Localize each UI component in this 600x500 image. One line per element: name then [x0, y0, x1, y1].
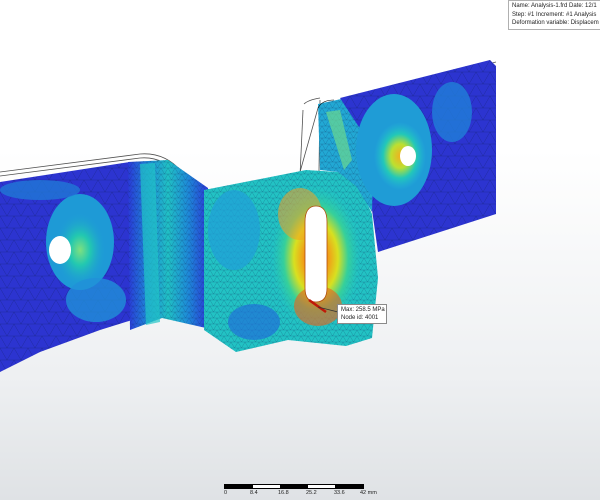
scale-tick-5: 42 mm	[360, 490, 377, 496]
left-bend	[128, 160, 208, 330]
scale-tick-1: 8.4	[250, 490, 258, 496]
right-hole	[400, 146, 416, 166]
info-line-1: Name: Analysis-1.frd Date: 12/1	[512, 3, 597, 9]
scale-bar: 0 8.4 16.8 25.2 33.6 42 mm	[224, 484, 377, 500]
scale-tick-0: 0	[224, 490, 228, 496]
max-stress-callout: Max: 258.5 MPa Node id: 4001	[337, 304, 387, 324]
info-line-2: Step: #1 Increment: #1 Analysis	[512, 11, 597, 18]
left-hole	[49, 236, 71, 264]
fea-viewport[interactable]	[0, 0, 600, 500]
max-stress-label: Max: 258.5 MPa	[341, 307, 385, 313]
info-line-3: Deformation variable: Displacem	[512, 20, 599, 26]
scale-bar-labels: 0 8.4 16.8 25.2 33.6 42 mm	[224, 490, 377, 499]
slot-hole	[304, 205, 328, 303]
node-id-label: Node id: 4001	[341, 315, 379, 321]
scale-tick-2: 16.8	[278, 490, 289, 496]
scale-tick-3: 25.2	[306, 490, 317, 496]
scale-tick-4: 33.6	[334, 490, 345, 496]
analysis-info-box: Name: Analysis-1.frd Date: 12/1 Step: #1…	[508, 0, 600, 30]
center-web	[204, 170, 378, 352]
scale-bar-segments	[224, 484, 364, 489]
